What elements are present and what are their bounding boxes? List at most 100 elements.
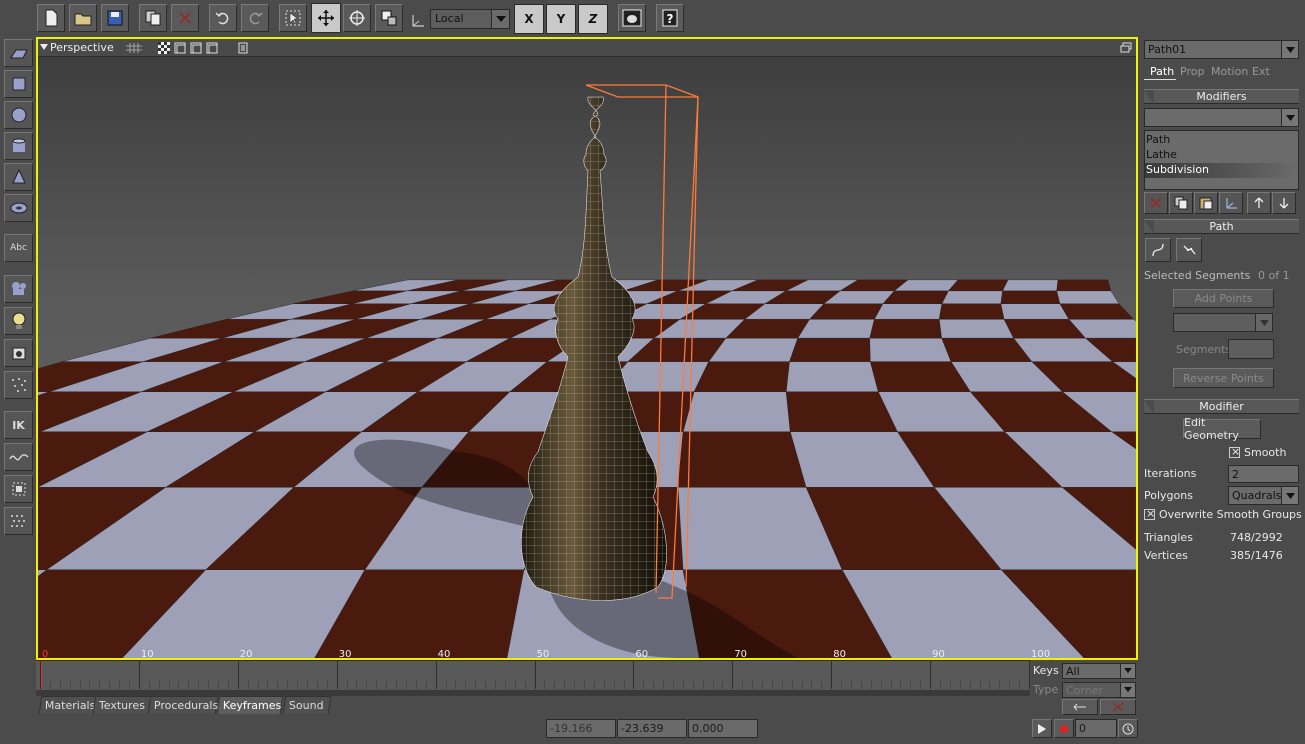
- delete-button[interactable]: [171, 4, 199, 32]
- collapse-modifier-button[interactable]: [1219, 192, 1243, 214]
- paste-modifier-button[interactable]: [1194, 192, 1218, 214]
- plane-tool-button[interactable]: [4, 39, 33, 67]
- path-section-header[interactable]: Path: [1144, 219, 1299, 234]
- tab-motion[interactable]: Motion: [1211, 65, 1248, 78]
- save-button[interactable]: [101, 4, 129, 32]
- reverse-points-button[interactable]: Reverse Points: [1173, 368, 1274, 388]
- add-points-mode-select[interactable]: [1173, 313, 1273, 332]
- textured-shading-icon[interactable]: [158, 42, 170, 54]
- timeline-track[interactable]: 0 10 20 30 40 50 60 70 80 90 100: [36, 649, 1050, 690]
- move-modifier-down-button[interactable]: [1272, 192, 1296, 214]
- polygons-select[interactable]: Quadrals: [1228, 486, 1299, 505]
- timeline-tick: [682, 681, 684, 689]
- perspective-viewport[interactable]: Perspective: [36, 37, 1138, 660]
- move-tool-button[interactable]: [311, 3, 341, 33]
- tab-prop[interactable]: Prop: [1180, 65, 1204, 78]
- smooth-checkbox[interactable]: [1229, 445, 1240, 458]
- modifier-section-header[interactable]: Modifier: [1144, 399, 1299, 414]
- viewport-menu-arrow-icon[interactable]: [40, 44, 48, 50]
- key-type-select[interactable]: Corner: [1062, 682, 1136, 698]
- 3d-scene[interactable]: [38, 57, 1136, 658]
- coord-x-field[interactable]: -19.166: [546, 719, 616, 738]
- text-tool-button[interactable]: Abc: [4, 234, 33, 262]
- time-settings-button[interactable]: [1118, 719, 1138, 738]
- help-button[interactable]: ?: [656, 4, 684, 32]
- list-item-selected[interactable]: Subdivision: [1145, 163, 1298, 178]
- capture-tool-button[interactable]: [4, 339, 33, 367]
- grid-toggle-icon[interactable]: [126, 43, 142, 53]
- wireframe-shading-icon[interactable]: [190, 42, 202, 54]
- remove-modifier-button[interactable]: [1144, 192, 1168, 214]
- select-tool-button[interactable]: [279, 4, 307, 32]
- coord-y-field[interactable]: -23.639: [617, 719, 687, 738]
- svg-text:?: ?: [667, 12, 674, 26]
- list-item[interactable]: Path: [1145, 133, 1298, 147]
- clock-icon: [1122, 723, 1134, 734]
- cone-tool-button[interactable]: [4, 163, 33, 191]
- tab-procedurals[interactable]: Procedurals: [147, 696, 219, 714]
- axis-y-button[interactable]: Y: [546, 4, 576, 34]
- move-modifier-up-button[interactable]: [1247, 192, 1271, 214]
- axis-x-button[interactable]: X: [514, 4, 544, 34]
- new-file-button[interactable]: [37, 4, 65, 32]
- edit-vertices-button[interactable]: [1145, 238, 1171, 262]
- ik-tool-button[interactable]: IK: [4, 411, 33, 439]
- timeline-tick: [79, 681, 81, 689]
- object-name-select[interactable]: Path01: [1144, 40, 1299, 59]
- tab-textures[interactable]: Textures: [92, 696, 152, 714]
- play-button[interactable]: [1032, 719, 1052, 738]
- tab-ext[interactable]: Ext: [1252, 65, 1270, 78]
- solid-shading-icon[interactable]: [174, 42, 186, 54]
- undo-button[interactable]: [209, 4, 237, 32]
- keys-filter-select[interactable]: All: [1062, 663, 1136, 679]
- rotate-tool-button[interactable]: [343, 4, 371, 32]
- camera-tool-button[interactable]: [4, 275, 33, 303]
- tab-keyframes[interactable]: Keyframes: [216, 696, 284, 714]
- key-interp-left-button[interactable]: [1062, 699, 1098, 715]
- edit-segments-button[interactable]: [1176, 238, 1202, 262]
- overwrite-smooth-groups-checkbox[interactable]: [1144, 507, 1155, 520]
- tab-materials[interactable]: Materials: [38, 696, 98, 714]
- coordinate-system-select[interactable]: Local: [430, 9, 510, 29]
- timeline-tick: [643, 681, 645, 689]
- box-tool-button[interactable]: [4, 70, 33, 98]
- tab-path[interactable]: Path: [1150, 65, 1174, 78]
- iterations-field[interactable]: 2: [1228, 465, 1299, 483]
- open-file-button[interactable]: [69, 4, 97, 32]
- coord-z-field[interactable]: 0.000: [688, 719, 758, 738]
- maximize-viewport-icon[interactable]: [1120, 42, 1132, 53]
- redo-button[interactable]: [241, 4, 269, 32]
- scatter-tool-button[interactable]: [4, 507, 33, 535]
- modifiers-section-header[interactable]: Modifiers: [1144, 89, 1299, 104]
- particles-tool-button[interactable]: [4, 371, 33, 399]
- delete-key-button[interactable]: [1100, 699, 1136, 715]
- cylinder-tool-button[interactable]: [4, 132, 33, 160]
- current-frame-field[interactable]: 0: [1075, 719, 1117, 738]
- hidden-line-icon[interactable]: [206, 42, 218, 54]
- copy-button[interactable]: [139, 4, 167, 32]
- lattice-tool-button[interactable]: [4, 475, 33, 503]
- torus-tool-button[interactable]: [4, 194, 33, 222]
- viewport-title[interactable]: Perspective: [50, 41, 114, 54]
- edit-geometry-button[interactable]: Edit Geometry: [1183, 416, 1261, 442]
- modifier-stack-list[interactable]: Path Lathe Subdivision: [1144, 130, 1299, 190]
- sphere-tool-button[interactable]: [4, 101, 33, 129]
- axis-z-button[interactable]: Z: [578, 4, 608, 34]
- render-button[interactable]: [618, 4, 646, 32]
- timeline-tick: [257, 681, 259, 689]
- light-tool-button[interactable]: [4, 307, 33, 335]
- viewport-properties-icon[interactable]: [238, 42, 248, 54]
- record-button[interactable]: [1054, 719, 1074, 738]
- segments-field[interactable]: [1228, 339, 1274, 359]
- timeline-tick: [920, 681, 922, 689]
- list-item[interactable]: Lathe: [1145, 148, 1298, 162]
- copy-modifier-button[interactable]: [1169, 192, 1193, 214]
- timeline-tick: [297, 681, 299, 689]
- spline-tool-button[interactable]: [4, 443, 33, 471]
- timeline-tick: [564, 681, 566, 689]
- tab-sound[interactable]: Sound: [282, 696, 332, 714]
- add-points-button[interactable]: Add Points: [1173, 289, 1274, 308]
- timeline-tick: [732, 661, 734, 689]
- scale-tool-button[interactable]: [375, 4, 403, 32]
- add-modifier-select[interactable]: [1144, 108, 1299, 127]
